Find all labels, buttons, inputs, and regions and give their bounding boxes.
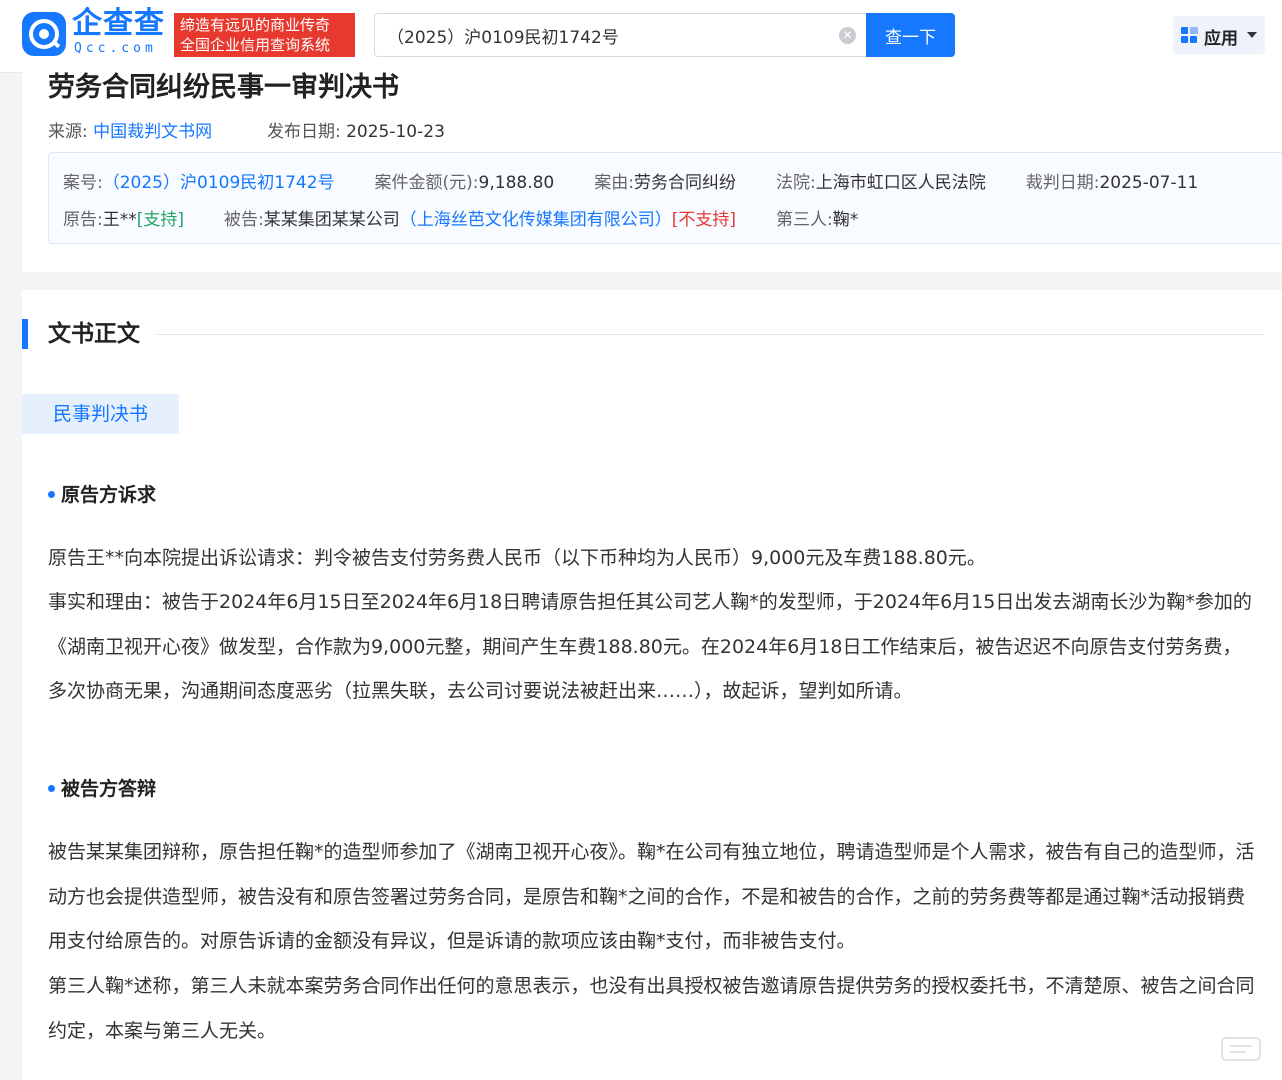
bullet-dot-icon (48, 784, 55, 792)
search-input[interactable] (387, 14, 827, 56)
search-box: ✕ (374, 13, 867, 57)
slogan-line-1: 缔造有远见的商业传奇 (180, 16, 331, 34)
section-accent-bar (22, 319, 28, 349)
document-title: 劳务合同纠纷民事一审判决书 (48, 72, 399, 103)
publish-date-value: 2025-10-23 (346, 122, 445, 142)
cause-value: 劳务合同纠纷 (633, 173, 736, 193)
slogan-banner: 缔造有远见的商业传奇 全国企业信用查询系统 (174, 13, 355, 57)
document-meta: 来源: 中国裁判文书网 发布日期: 2025-10-23 (48, 117, 445, 142)
publish-date-label: 发布日期: (266, 122, 341, 142)
defendant-label: 被告: (224, 210, 264, 230)
plaintiff-status-badge: [支持] (136, 210, 184, 230)
plaintiff-value: 王** (102, 210, 137, 230)
source-label: 来源: (48, 122, 88, 142)
defendant-status-badge: [不支持] (671, 210, 736, 230)
bullet-dot-icon (48, 490, 55, 498)
case-no-label: 案号: (63, 173, 103, 193)
defendant-company-link[interactable]: （上海丝芭文化传媒集团有限公司） (400, 210, 672, 230)
section-title: 文书正文 (48, 321, 140, 347)
section-divider (156, 334, 1264, 335)
clear-icon[interactable]: ✕ (839, 27, 856, 44)
apps-label: 应用 (1204, 29, 1238, 49)
defendant-defense-heading: 被告方答辩 (48, 776, 156, 802)
third-party-label: 第三人: (776, 210, 833, 230)
plaintiff-claim-paragraph: 原告王**向本院提出诉讼请求：判令被告支付劳务费人民币（以下币种均为人民币）9,… (48, 547, 986, 569)
cause-label: 案由: (594, 173, 634, 193)
court-label: 法院: (775, 173, 816, 193)
judgment-date-label: 裁判日期: (1025, 173, 1100, 193)
court-value: 上海市虹口区人民法院 (815, 173, 986, 193)
source-link[interactable]: 中国裁判文书网 (93, 122, 212, 142)
judgment-date-value: 2025-07-11 (1099, 173, 1199, 193)
defendant-defense-paragraph: 被告某某集团辩称，原告担任鞠*的造型师参加了《湖南卫视开心夜》。鞠*在公司有独立… (48, 841, 1255, 952)
amount-value: 9,188.80 (478, 173, 555, 193)
case-info-row-1: 案号:（2025）沪0109民初1742号 案件金额(元):9,188.80 案由:… (63, 168, 1198, 193)
case-info-row-2: 原告:王**[支持] 被告:某某集团某某公司（上海丝芭文化传媒集团有限公司）[不支… (63, 205, 858, 230)
plaintiff-facts-paragraph: 事实和理由：被告于2024年6月15日至2024年6月18日聘请原告担任其公司艺… (48, 591, 1252, 702)
logo-text[interactable]: 企查查 (72, 6, 165, 42)
third-party-statement-paragraph: 第三人鞠*述称，第三人未就本案劳务合同作出任何的意思表示，也没有出具授权被告邀请… (48, 975, 1255, 1042)
apps-menu-button[interactable]: 应用 (1173, 16, 1265, 54)
case-info-box: 案号:（2025）沪0109民初1742号 案件金额(元):9,188.80 案由:… (48, 152, 1282, 244)
chevron-down-icon (1247, 32, 1257, 38)
apps-grid-icon (1181, 27, 1198, 44)
tab-civil-judgment[interactable]: 民事判决书 (22, 394, 179, 434)
third-party-value: 鞠* (832, 210, 859, 230)
case-no-link[interactable]: （2025）沪0109民初1742号 (103, 173, 335, 193)
qcc-logo-icon[interactable] (22, 12, 66, 56)
plaintiff-label: 原告: (63, 210, 103, 230)
amount-label: 案件金额(元): (374, 173, 479, 193)
slogan-line-2: 全国企业信用查询系统 (180, 36, 331, 54)
watermark-icon (1220, 1034, 1262, 1064)
plaintiff-claims-heading-text: 原告方诉求 (61, 484, 157, 506)
top-header: 企查查 Qcc.com 缔造有远见的商业传奇 全国企业信用查询系统 ✕ 查一下 … (0, 0, 1282, 73)
search-button[interactable]: 查一下 (866, 13, 955, 57)
defendant-value: 某某集团某某公司 (263, 210, 400, 230)
logo-domain: Qcc.com (74, 41, 157, 56)
defendant-defense-heading-text: 被告方答辩 (61, 778, 157, 800)
plaintiff-claims-heading: 原告方诉求 (48, 482, 156, 508)
